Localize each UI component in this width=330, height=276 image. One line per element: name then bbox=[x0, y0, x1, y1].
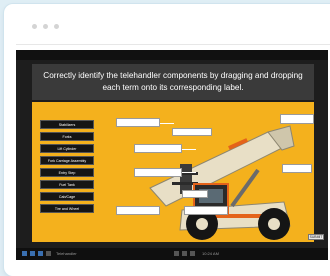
term-chip-stabilizers[interactable]: Stabilizers bbox=[40, 120, 94, 129]
term-chip-fork-carriage[interactable]: Fork Carriage Assembly bbox=[40, 156, 94, 165]
tray-icon[interactable] bbox=[190, 251, 195, 256]
lift-cylinder bbox=[230, 168, 260, 208]
taskbar-app-icon[interactable] bbox=[30, 251, 35, 256]
drag-drop-stage: Stabilizers Forks Lift Cylinder Fork Car… bbox=[32, 102, 314, 242]
term-chip-lift-cylinder[interactable]: Lift Cylinder bbox=[40, 144, 94, 153]
taskbar-clock: 10:24 AM bbox=[202, 251, 219, 256]
term-chip-entry-step[interactable]: Entry Step bbox=[40, 168, 94, 177]
term-chip-cab[interactable]: Cab/Cage bbox=[40, 192, 94, 201]
drop-target[interactable] bbox=[282, 164, 312, 173]
window-dot-icon[interactable] bbox=[32, 24, 37, 29]
drop-target[interactable] bbox=[116, 206, 160, 215]
taskbar-app-label: Telehandler bbox=[56, 251, 77, 256]
leader-line bbox=[160, 123, 174, 124]
window-dot-icon[interactable] bbox=[54, 24, 59, 29]
window-controls bbox=[32, 24, 59, 29]
term-chip-tire-wheel[interactable]: Tire and Wheel bbox=[40, 204, 94, 213]
submit-button[interactable]: SUBMIT bbox=[308, 234, 324, 240]
instruction-text: Correctly identify the telehandler compo… bbox=[43, 71, 303, 92]
front-rim bbox=[196, 218, 208, 230]
drop-target[interactable] bbox=[280, 114, 314, 124]
drop-target[interactable] bbox=[116, 118, 160, 127]
taskbar: Telehandler 10:24 AM bbox=[16, 248, 328, 260]
drop-target[interactable] bbox=[184, 206, 228, 215]
titlebar-divider bbox=[16, 44, 330, 45]
drop-target[interactable] bbox=[134, 144, 182, 153]
terms-list: Stabilizers Forks Lift Cylinder Fork Car… bbox=[40, 120, 94, 216]
elearning-screen: Correctly identify the telehandler compo… bbox=[16, 50, 328, 260]
start-icon[interactable] bbox=[22, 251, 27, 256]
drop-target[interactable] bbox=[182, 190, 208, 198]
taskbar-app-icon[interactable] bbox=[46, 251, 51, 256]
term-chip-forks[interactable]: Forks bbox=[40, 132, 94, 141]
drop-target[interactable] bbox=[172, 128, 212, 136]
taskbar-app-icon[interactable] bbox=[38, 251, 43, 256]
player-top-bar bbox=[16, 50, 328, 60]
tray-icon[interactable] bbox=[182, 251, 187, 256]
leader-line bbox=[182, 172, 196, 173]
tray-icon[interactable] bbox=[174, 251, 179, 256]
leader-line bbox=[182, 149, 196, 150]
instruction-banner: Correctly identify the telehandler compo… bbox=[32, 64, 314, 100]
window-dot-icon[interactable] bbox=[43, 24, 48, 29]
drop-target[interactable] bbox=[134, 168, 182, 177]
rear-rim bbox=[268, 218, 280, 230]
term-chip-fuel-tank[interactable]: Fuel Tank bbox=[40, 180, 94, 189]
